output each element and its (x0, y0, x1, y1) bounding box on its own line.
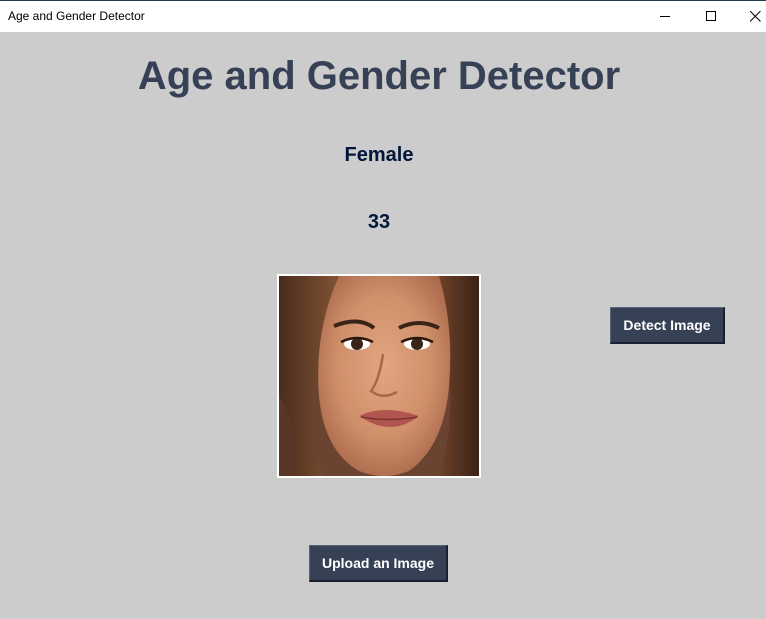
app-window: Age and Gender Detector Age and Gender D… (0, 0, 766, 619)
minimize-icon (660, 16, 670, 17)
title-bar[interactable]: Age and Gender Detector (0, 1, 766, 32)
close-button[interactable] (732, 1, 766, 32)
gender-result-label: Female (344, 144, 414, 166)
detect-image-button[interactable]: Detect Image (610, 307, 725, 344)
maximize-button[interactable] (688, 1, 734, 32)
age-result-label: 33 (367, 211, 391, 233)
minimize-button[interactable] (642, 1, 688, 32)
app-client-area: Age and Gender Detector Female 33 Detect… (0, 32, 766, 619)
window-title: Age and Gender Detector (8, 9, 145, 23)
uploaded-face-image (277, 274, 481, 478)
close-icon (750, 11, 761, 22)
maximize-icon (706, 11, 716, 21)
page-title: Age and Gender Detector (137, 54, 621, 98)
upload-image-button[interactable]: Upload an Image (309, 545, 448, 582)
